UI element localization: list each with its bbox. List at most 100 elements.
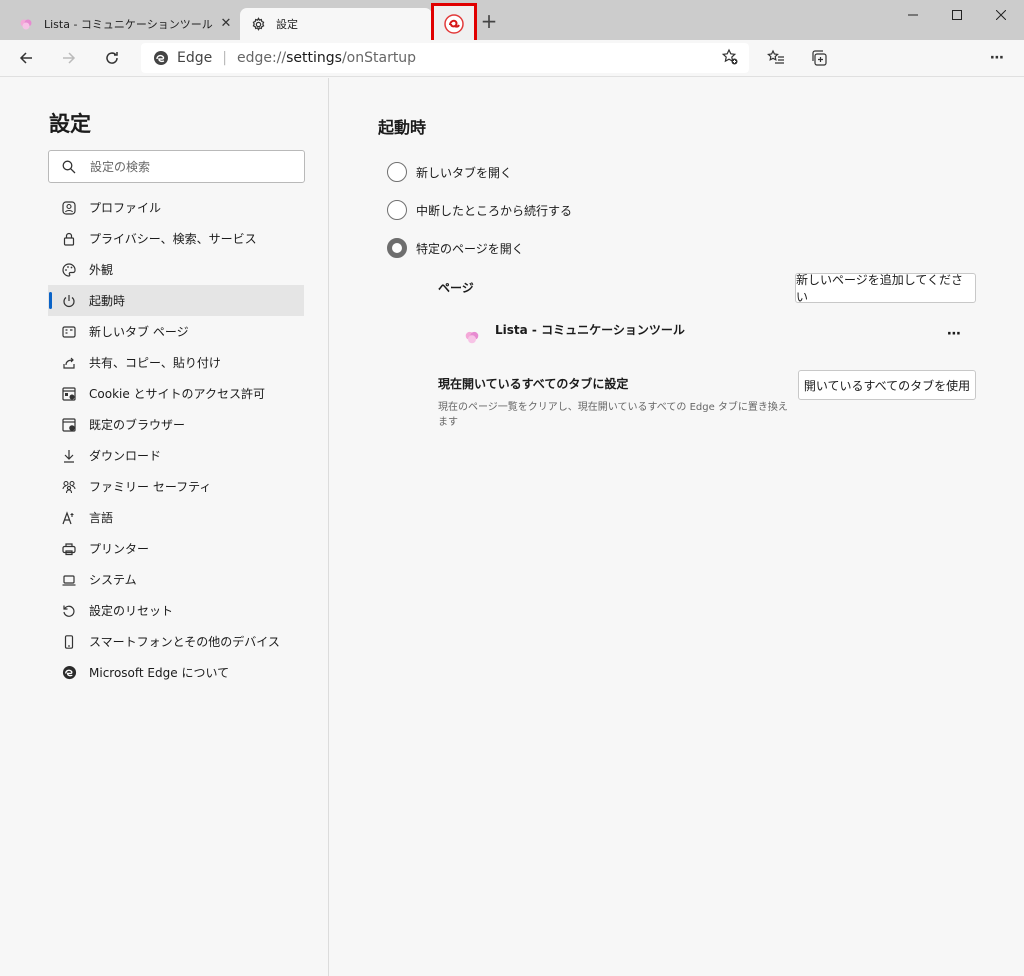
edge-icon [61,665,77,681]
add-favorite-icon[interactable] [721,48,739,70]
sidebar-item-label: ファミリー セーフティ [89,480,212,494]
page-entry-more-button[interactable]: ⋯ [947,326,962,342]
newtab-icon [61,324,77,340]
share-icon [61,355,77,371]
lock-icon [61,231,77,247]
reset-icon [61,603,77,619]
option-continue[interactable]: 中断したところから続行する [387,200,572,220]
sidebar-item-label: スマートフォンとその他のデバイス [89,635,280,649]
favorites-button[interactable] [762,44,790,72]
sidebar-item-share[interactable]: 共有、コピー、貼り付け [48,347,304,378]
phone-icon [61,634,77,650]
browser-icon [61,417,77,433]
back-arrow-icon [19,52,32,64]
tab-title: Lista - コミュニケーションツール [44,18,213,31]
sidebar-item-reset[interactable]: 設定のリセット [48,595,304,626]
cookie-icon [61,386,77,402]
sidebar-item-label: 外観 [89,263,114,277]
set-current-tabs-description: 現在のページ一覧をクリアし、現在開いているすべての Edge タブに置き換えます [438,402,788,428]
tab-strip: Lista - コミュニケーションツール ✕ 設定 + [0,0,1024,44]
family-icon [61,479,77,495]
sidebar-item-printers[interactable]: プリンター [48,533,304,564]
page-entry-name: Lista - コミュニケーションツール [495,323,685,337]
language-icon [61,510,77,526]
sidebar-item-label: 言語 [89,511,114,525]
forward-button[interactable] [55,44,83,72]
sidebar-item-label: 設定のリセット [89,604,174,618]
back-button[interactable] [12,44,40,72]
use-open-tabs-button[interactable]: 開いているすべてのタブを使用 [798,370,976,400]
address-separator: | [222,50,227,66]
sidebar-item-label: Microsoft Edge について [89,666,230,680]
sidebar-item-downloads[interactable]: ダウンロード [48,440,304,471]
settings-search-input[interactable]: 設定の検索 [48,150,305,183]
tab-lista[interactable]: Lista - コミュニケーションツール ✕ [8,8,238,40]
refresh-button[interactable] [98,44,126,72]
sidebar-item-cookies[interactable]: Cookie とサイトのアクセス許可 [48,378,304,409]
url-host: settings [286,50,342,66]
favorites-icon [767,49,784,64]
tab-settings[interactable]: 設定 [240,8,432,40]
sidebar-item-language[interactable]: 言語 [48,502,304,533]
printer-icon [61,541,77,557]
sidebar-item-label: プリンター [89,542,150,556]
page-title: 起動時 [378,118,427,137]
collections-icon [812,50,827,66]
option-label: 中断したところから続行する [416,203,573,218]
tab-title: 設定 [276,18,298,31]
lista-favicon-icon [18,16,34,32]
sidebar-item-startup[interactable]: 起動時 [48,285,304,316]
sidebar-item-label: 起動時 [89,294,126,308]
minimize-icon [908,14,918,16]
search-icon [62,160,76,174]
radio-button-selected[interactable] [387,238,407,258]
tab-close-icon[interactable]: ✕ [218,16,234,32]
edge-logo-icon [153,50,169,66]
sidebar-item-phone[interactable]: スマートフォンとその他のデバイス [48,626,304,657]
page-entry: Lista - コミュニケーションツール ⋯ [460,318,980,350]
appearance-icon [61,262,77,278]
set-current-tabs-title: 現在開いているすべてのタブに設定 [438,377,629,391]
sidebar-item-label: プライバシー、検索、サービス [89,232,257,246]
refresh-icon [106,52,118,64]
lista-favicon-icon [464,329,480,349]
sidebar-item-label: システム [89,573,137,587]
sidebar-item-about[interactable]: Microsoft Edge について [48,657,304,688]
radio-button[interactable] [387,200,407,220]
option-specific-pages[interactable]: 特定のページを開く [387,238,524,258]
settings-sidebar: 設定 設定の検索 プロファイル プライバシー、検索、サービス 外観 起動時 新し… [0,78,329,976]
sidebar-item-default-browser[interactable]: 既定のブラウザー [48,409,304,440]
close-window-button[interactable] [978,2,1024,28]
system-icon [61,572,77,588]
extension-button[interactable] [431,3,477,44]
collections-button[interactable] [805,44,833,72]
sidebar-item-profile[interactable]: プロファイル [48,192,304,223]
search-placeholder: 設定の検索 [90,160,151,174]
sidebar-item-label: ダウンロード [89,449,162,463]
pages-label: ページ [438,281,474,295]
url-scheme: edge:// [236,50,287,66]
option-new-tab[interactable]: 新しいタブを開く [387,162,512,182]
sidebar-item-system[interactable]: システム [48,564,304,595]
maximize-button[interactable] [934,2,980,28]
profile-icon [61,200,77,216]
sidebar-item-label: Cookie とサイトのアクセス許可 [89,387,265,401]
sidebar-item-privacy[interactable]: プライバシー、検索、サービス [48,223,304,254]
gear-icon [250,16,266,32]
power-icon [61,293,77,309]
option-label: 特定のページを開く [416,241,524,256]
minimize-button[interactable] [890,2,936,28]
more-menu-button[interactable]: ⋯ [983,44,1011,72]
sidebar-item-label: 新しいタブ ページ [89,325,189,339]
new-tab-button[interactable]: + [478,10,500,32]
extension-logo-icon [444,13,464,34]
settings-title: 設定 [49,112,91,136]
sidebar-item-family[interactable]: ファミリー セーフティ [48,471,304,502]
sidebar-item-appearance[interactable]: 外観 [48,254,304,285]
sidebar-item-label: 共有、コピー、貼り付け [89,356,221,370]
address-bar[interactable]: Edge | edge://settings/onStartup [141,43,749,73]
add-page-button[interactable]: 新しいページを追加してください [795,273,976,304]
sidebar-item-label: 既定のブラウザー [89,418,186,432]
radio-button[interactable] [387,162,407,182]
sidebar-item-newtab[interactable]: 新しいタブ ページ [48,316,304,347]
